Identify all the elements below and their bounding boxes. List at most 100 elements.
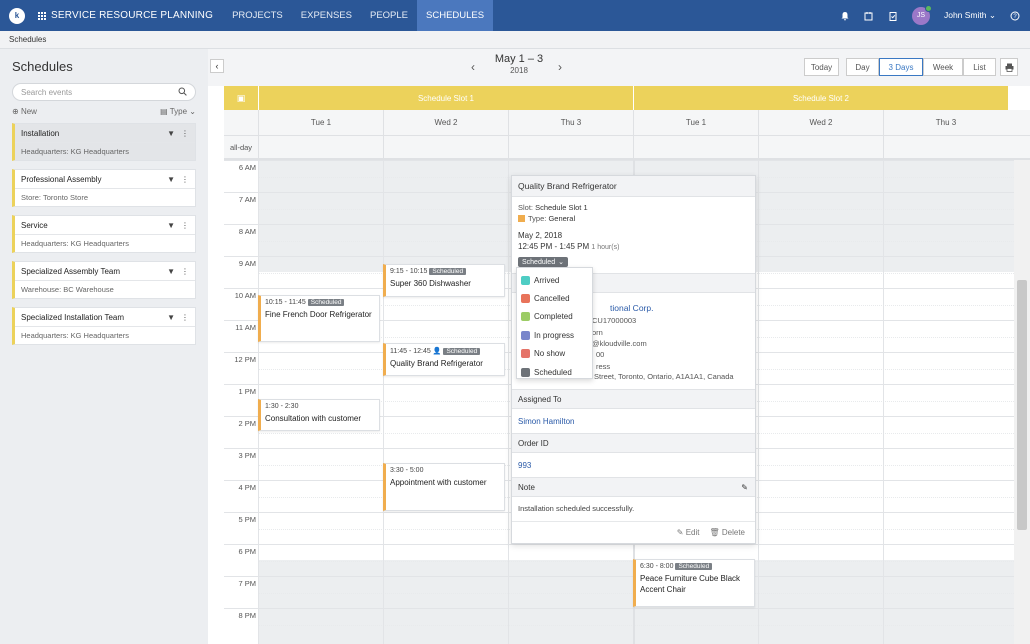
today-button[interactable]: Today: [804, 58, 839, 76]
user-name[interactable]: John Smith ⌄: [944, 10, 996, 21]
clipboard-check-icon[interactable]: [888, 11, 898, 21]
scrollbar-thumb[interactable]: [1017, 280, 1027, 530]
view-day-button[interactable]: Day: [846, 58, 879, 76]
hour-label: 9 AM: [238, 259, 256, 268]
all-day-cell[interactable]: [758, 136, 883, 158]
filter-icon[interactable]: ▼: [167, 129, 175, 138]
more-vertical-icon[interactable]: ⋮: [181, 129, 189, 138]
type-color-swatch: [518, 215, 525, 222]
schedule-item-professional-assembly[interactable]: Professional Assembly ▼ ⋮ Store: Toronto S…: [12, 169, 196, 207]
schedule-item-specialized-installation-team[interactable]: Specialized Installation Team ▼ ⋮ Headquar…: [12, 307, 196, 345]
breadcrumb-schedules[interactable]: Schedules: [9, 35, 46, 44]
chevron-left-icon: ‹: [215, 61, 219, 71]
nav-expenses[interactable]: EXPENSES: [292, 0, 361, 31]
event-title: Peace Furniture Cube Black Accent Chair: [640, 574, 741, 594]
hour-label: 6 AM: [238, 163, 256, 172]
customer-contact: orn: [592, 328, 603, 337]
hour-label: 3 PM: [238, 451, 256, 460]
avatar[interactable]: JS: [911, 4, 932, 25]
event-card[interactable]: 6:30 - 8:00 Scheduled Peace Furniture Cub…: [633, 559, 755, 607]
status-option-cancelled[interactable]: Cancelled: [517, 289, 592, 307]
app-title[interactable]: SERVICE RESOURCE PLANNING: [51, 10, 213, 21]
type-filter-button[interactable]: ▤ Type ⌄: [160, 107, 196, 116]
schedule-item-specialized-assembly-team[interactable]: Specialized Assembly Team ▼ ⋮ Warehouse: B…: [12, 261, 196, 299]
nav-projects[interactable]: PROJECTS: [223, 0, 292, 31]
edit-button[interactable]: ✎ Edit: [677, 528, 700, 537]
scrollbar[interactable]: [1014, 160, 1030, 644]
more-vertical-icon[interactable]: ⋮: [181, 267, 189, 276]
slot-label: Slot:: [518, 203, 534, 212]
schedule-location: Headquarters: KG Headquarters: [21, 331, 129, 340]
event-card[interactable]: 11:45 - 12:45 👤 Scheduled Quality Brand Re…: [383, 343, 505, 376]
collapse-sidebar-button[interactable]: ‹: [210, 59, 224, 73]
search-icon[interactable]: [178, 87, 187, 98]
status-option-completed[interactable]: Completed: [517, 308, 592, 326]
all-day-cell[interactable]: [633, 136, 758, 158]
all-day-cell[interactable]: [383, 136, 508, 158]
filter-icon[interactable]: ▼: [167, 267, 175, 276]
status-option-label: In progress: [534, 330, 575, 340]
app-logo[interactable]: k: [9, 7, 25, 24]
all-day-row: all-day: [224, 136, 1030, 160]
print-button[interactable]: [1000, 58, 1018, 76]
filter-icon[interactable]: ▼: [167, 221, 175, 230]
view-3days-button[interactable]: 3 Days: [879, 58, 923, 76]
more-vertical-icon[interactable]: ⋮: [181, 175, 189, 184]
status-option-in-progress[interactable]: In progress: [517, 326, 592, 344]
filter-icon[interactable]: ▼: [167, 313, 175, 322]
schedule-item-service[interactable]: Service ▼ ⋮ Headquarters: KG Headquarters: [12, 215, 196, 253]
delete-button[interactable]: 🗑 Delete: [709, 528, 745, 537]
schedule-item-installation[interactable]: Installation ▼ ⋮ Headquarters: KG Headquar…: [12, 123, 196, 161]
status-option-no-show[interactable]: No show: [517, 345, 592, 363]
status-color-swatch: [521, 349, 530, 359]
event-card[interactable]: 1:30 - 2:30 Consultation with customer: [258, 399, 380, 431]
event-card[interactable]: 9:15 - 10:15 Scheduled Super 360 Dishwash…: [383, 264, 505, 297]
chevron-down-icon: ⌄: [189, 107, 196, 116]
status-dropdown-button[interactable]: Scheduled ⌄: [518, 257, 568, 267]
apps-grid-icon[interactable]: [38, 11, 46, 20]
status-badge: Scheduled: [307, 299, 345, 306]
filter-icon[interactable]: ▼: [167, 175, 175, 184]
status-option-label: Cancelled: [534, 294, 570, 304]
status-option-arrived[interactable]: Arrived: [517, 271, 592, 289]
hour-label: 7 PM: [238, 579, 256, 588]
view-week-button[interactable]: Week: [923, 58, 963, 76]
event-time: 6:30 - 8:00: [640, 563, 674, 570]
search-input[interactable]: Search events: [12, 83, 196, 101]
schedule-name: Professional Assembly: [21, 174, 102, 184]
calendar-toolbar: ‹ ‹ May 1 – 3 2018 › Today Day 3 Days We…: [208, 49, 1030, 86]
nav-people[interactable]: PEOPLE: [361, 0, 417, 31]
breadcrumb: Schedules: [0, 31, 1030, 49]
pencil-icon[interactable]: ✎: [741, 483, 748, 492]
event-title: Super 360 Dishwasher: [390, 279, 471, 288]
assigned-to-value[interactable]: Simon Hamilton: [518, 417, 574, 426]
more-vertical-icon[interactable]: ⋮: [181, 221, 189, 230]
help-icon[interactable]: ?: [1010, 11, 1020, 21]
chevron-right-icon: ›: [558, 60, 562, 74]
order-id-value[interactable]: 993: [518, 461, 531, 470]
all-day-cell[interactable]: [883, 136, 1008, 158]
status-option-label: Scheduled: [534, 367, 572, 377]
event-card[interactable]: 3:30 - 5:00 Appointment with customer: [383, 463, 505, 511]
new-schedule-button[interactable]: ⊕ New: [12, 107, 37, 116]
more-vertical-icon[interactable]: ⋮: [181, 313, 189, 322]
view-list-button[interactable]: List: [963, 58, 996, 76]
prev-range-button[interactable]: ‹: [471, 60, 475, 74]
all-day-cell[interactable]: [508, 136, 633, 158]
bell-icon[interactable]: [840, 11, 850, 21]
edit-label: Edit: [685, 528, 700, 537]
next-range-button[interactable]: ›: [558, 60, 562, 74]
nav-schedules[interactable]: SCHEDULES: [417, 0, 494, 31]
date-range: May 1 – 3 2018: [494, 53, 544, 75]
status-option-scheduled[interactable]: Scheduled: [517, 363, 592, 381]
customer-name[interactable]: tional Corp.: [610, 303, 653, 313]
slot-calendar-icon[interactable]: ▣: [224, 86, 258, 110]
all-day-cell[interactable]: [258, 136, 383, 158]
new-label: New: [20, 107, 37, 116]
calendar-clock-icon[interactable]: [864, 11, 874, 21]
status-badge: Scheduled: [675, 563, 713, 570]
day-header: Tue 1: [258, 110, 383, 135]
hour-label: 6 PM: [238, 547, 256, 556]
slot-header-row: ▣ Schedule Slot 1 Schedule Slot 2: [224, 86, 1030, 110]
event-card[interactable]: 10:15 - 11:45 Scheduled Fine French Door …: [258, 295, 380, 342]
